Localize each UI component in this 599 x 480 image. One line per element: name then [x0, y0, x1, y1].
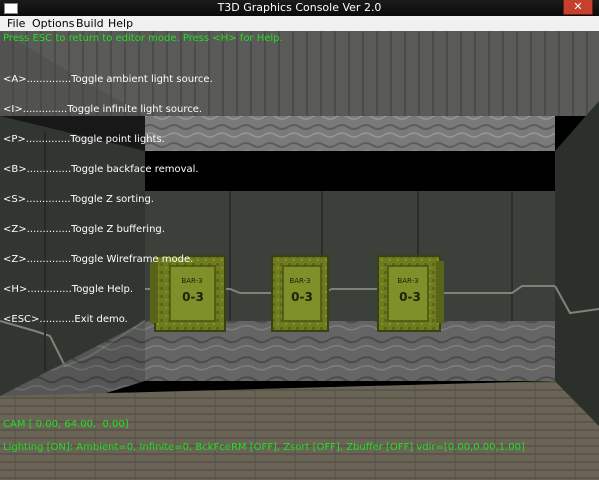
crate-right: BAR-3 0-3	[377, 255, 444, 332]
lighting-status: Lighting [ON]: Ambient=0, Infinite=0, Bc…	[3, 442, 525, 453]
app-window: T3D Graphics Console Ver 2.0 ✕ File Opti…	[0, 0, 599, 480]
crate-right-label: BAR-3	[397, 277, 418, 285]
title-bar: T3D Graphics Console Ver 2.0 ✕	[0, 0, 599, 16]
help-line: <Z>..............Toggle Z buffering.	[3, 224, 165, 235]
help-line: <A>..............Toggle ambient light so…	[3, 74, 213, 85]
crate-center-number: 0-3	[291, 290, 313, 304]
right-wall	[555, 101, 599, 426]
render-viewport[interactable]: BAR-3 0-3 BAR-3 0-3 BAR-3 0-3 Press ESC …	[0, 31, 599, 480]
help-line: <I>..............Toggle infinite light s…	[3, 104, 203, 115]
menu-file[interactable]: File	[7, 17, 25, 30]
help-line: <H>..............Toggle Help.	[3, 284, 134, 295]
crate-center: BAR-3 0-3	[271, 255, 329, 332]
help-line: <P>..............Toggle point lights.	[3, 134, 165, 145]
menu-help[interactable]: Help	[108, 17, 133, 30]
window-title: T3D Graphics Console Ver 2.0	[217, 1, 382, 14]
floor-near	[0, 381, 599, 480]
menu-build[interactable]: Build	[76, 17, 104, 30]
help-line: <S>..............Toggle Z sorting.	[3, 194, 154, 205]
close-button[interactable]: ✕	[563, 0, 593, 15]
camera-readout: CAM [ 0.00, 64.00, 0.00]	[3, 419, 129, 430]
menu-bar: File Options Build Help	[0, 16, 599, 31]
menu-options[interactable]: Options	[32, 17, 74, 30]
hud-top-message: Press ESC to return to editor mode. Pres…	[3, 33, 283, 44]
help-line: <Z>..............Toggle Wireframe mode.	[3, 254, 194, 265]
help-panel: <A>..............Toggle ambient light so…	[3, 55, 213, 345]
help-line: <ESC>...........Exit demo.	[3, 314, 128, 325]
crate-center-label: BAR-3	[289, 277, 310, 285]
help-line: <B>..............Toggle backface removal…	[3, 164, 199, 175]
crate-right-number: 0-3	[399, 290, 421, 304]
